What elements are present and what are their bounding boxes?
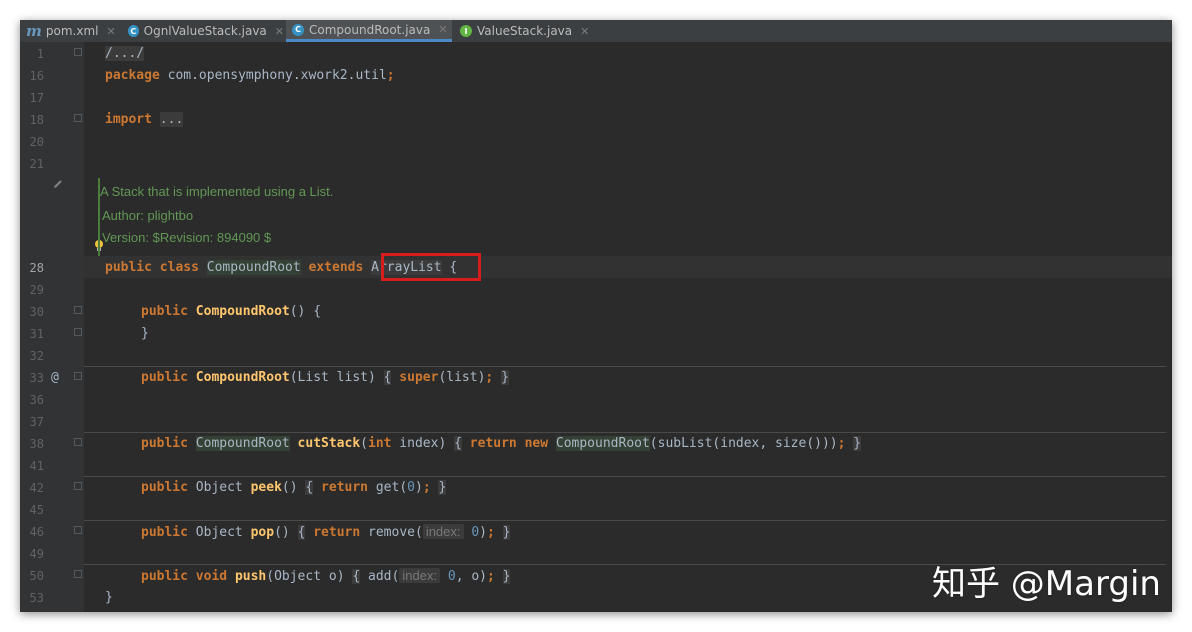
- tab-pom-xml[interactable]: m pom.xml ✕: [20, 20, 118, 42]
- code-line[interactable]: public CompoundRoot(List list) { super(l…: [141, 370, 509, 385]
- line-number: 53: [29, 591, 44, 605]
- line-number: 32: [29, 349, 44, 363]
- override-marker-icon[interactable]: @: [51, 371, 59, 385]
- fold-toggle-icon[interactable]: [74, 438, 82, 446]
- editor-tab-bar: m pom.xml ✕ C OgnlValueStack.java ✕ C Co…: [20, 20, 1172, 43]
- line-number: 38: [29, 437, 44, 451]
- tab-compoundroot[interactable]: C CompoundRoot.java ✕: [286, 20, 452, 42]
- close-icon[interactable]: ✕: [106, 25, 115, 38]
- line-number: 21: [29, 157, 44, 171]
- line-number: 45: [29, 503, 44, 517]
- class-icon: C: [292, 23, 304, 36]
- fold-toggle-icon[interactable]: [74, 526, 82, 534]
- line-number: 28: [29, 261, 44, 275]
- fold-toggle-icon[interactable]: [74, 328, 82, 336]
- line-number: 33: [29, 371, 44, 385]
- tab-label: pom.xml: [45, 24, 99, 38]
- doc-comment-line: A Stack that is implemented using a List…: [100, 184, 334, 199]
- code-line[interactable]: public CompoundRoot cutStack(int index) …: [141, 436, 862, 451]
- line-number: 18: [29, 113, 44, 127]
- line-number: 1: [36, 47, 44, 61]
- class-icon: C: [128, 25, 139, 37]
- code-line[interactable]: public void push(Object o) { add(index: …: [141, 568, 511, 584]
- highlight-annotation-box: [381, 253, 481, 281]
- fold-toggle-icon[interactable]: [74, 482, 82, 490]
- close-icon[interactable]: ✕: [275, 25, 284, 38]
- close-icon[interactable]: ✕: [438, 23, 447, 36]
- close-icon[interactable]: ✕: [580, 25, 589, 38]
- param-hint: index:: [399, 568, 441, 583]
- line-number: 37: [29, 415, 44, 429]
- fold-toggle-icon[interactable]: [74, 372, 82, 380]
- tab-label: CompoundRoot.java: [309, 22, 431, 37]
- line-number: 49: [29, 547, 44, 561]
- method-separator: [84, 432, 1166, 433]
- line-number: 46: [29, 525, 44, 539]
- code-line[interactable]: }: [105, 591, 113, 605]
- tab-label: ValueStack.java: [477, 24, 573, 38]
- method-separator: [84, 476, 1166, 477]
- fold-toggle-icon[interactable]: [74, 570, 82, 578]
- method-separator: [84, 520, 1166, 521]
- line-number: 20: [29, 135, 44, 149]
- code-line[interactable]: /.../: [105, 46, 145, 61]
- code-line[interactable]: import ...: [105, 112, 184, 127]
- tab-ognlvaluestack[interactable]: C OgnlValueStack.java ✕: [122, 20, 284, 42]
- fold-toggle-icon[interactable]: [74, 306, 82, 314]
- tab-label: OgnlValueStack.java: [143, 24, 267, 38]
- code-line[interactable]: public Object pop() { return remove(inde…: [141, 524, 511, 540]
- line-number: 50: [29, 569, 44, 583]
- param-hint: index:: [422, 524, 464, 539]
- fold-toggle-icon[interactable]: [74, 48, 82, 56]
- tab-valuestack[interactable]: I ValueStack.java ✕: [454, 20, 590, 42]
- line-number: 29: [29, 283, 44, 297]
- code-line[interactable]: package com.opensymphony.xwork2.util;: [105, 69, 395, 83]
- doc-comment-line: Version: $Revision: 894090 $: [102, 230, 272, 245]
- line-number: 41: [29, 459, 44, 473]
- doc-comment-line: Author: plightbo: [102, 208, 194, 223]
- line-number: 17: [29, 91, 44, 105]
- code-line[interactable]: public CompoundRoot() {: [141, 305, 321, 319]
- fold-toggle-icon[interactable]: [74, 114, 82, 122]
- maven-icon: m: [26, 22, 42, 40]
- line-number: 42: [29, 481, 44, 495]
- code-line[interactable]: }: [141, 327, 149, 341]
- line-number: 36: [29, 393, 44, 407]
- interface-icon: I: [460, 25, 472, 37]
- line-number: 31: [29, 327, 44, 341]
- line-number: 16: [29, 69, 44, 83]
- line-number: 30: [29, 305, 44, 319]
- edit-doc-icon[interactable]: [52, 178, 64, 190]
- code-line[interactable]: public Object peek() { return get(0); }: [141, 480, 447, 495]
- editor-window: m pom.xml ✕ C OgnlValueStack.java ✕ C Co…: [20, 20, 1172, 612]
- watermark: 知乎 @Margin: [932, 564, 1161, 604]
- method-separator: [84, 366, 1166, 367]
